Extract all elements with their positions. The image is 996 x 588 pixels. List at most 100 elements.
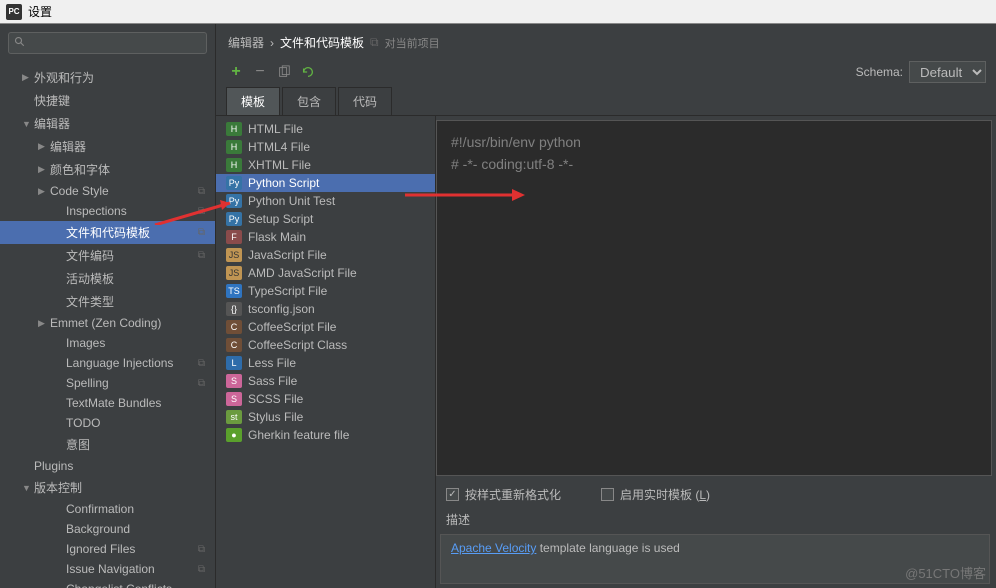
tree-item[interactable]: Confirmation xyxy=(0,499,215,519)
file-type-icon: ● xyxy=(226,428,242,442)
tree-item-label: 版本控制 xyxy=(34,479,82,496)
main-panel: 编辑器 › 文件和代码模板 ⧉ 对当前项目 + − Schema: Defaul… xyxy=(216,24,996,588)
template-label: Flask Main xyxy=(248,230,306,244)
tree-item-label: Plugins xyxy=(34,459,73,473)
file-type-icon: H xyxy=(226,158,242,172)
tree-item-label: 文件编码 xyxy=(66,247,114,264)
tree-item-label: TextMate Bundles xyxy=(66,396,161,410)
template-item[interactable]: L Less File xyxy=(216,354,435,372)
scope-icon: ⧉ xyxy=(198,378,209,389)
file-type-icon: L xyxy=(226,356,242,370)
template-label: Less File xyxy=(248,356,296,370)
code-editor[interactable]: #!/usr/bin/env python # -*- coding:utf-8… xyxy=(436,120,992,476)
tab[interactable]: 包含 xyxy=(282,87,336,115)
tree-item-label: Code Style xyxy=(50,184,109,198)
tree-item[interactable]: Inspections⧉ xyxy=(0,201,215,221)
file-type-icon: H xyxy=(226,140,242,154)
tree-item[interactable]: ▼版本控制 xyxy=(0,476,215,499)
tree-item[interactable]: ▼编辑器 xyxy=(0,112,215,135)
file-type-icon: H xyxy=(226,122,242,136)
tree-item-label: Images xyxy=(66,336,105,350)
remove-button[interactable]: − xyxy=(250,62,270,82)
tree-item[interactable]: Background xyxy=(0,519,215,539)
template-item[interactable]: SSass File xyxy=(216,372,435,390)
tab[interactable]: 模板 xyxy=(226,87,280,115)
template-item[interactable]: H XHTML File xyxy=(216,156,435,174)
tree-item[interactable]: 文件和代码模板⧉ xyxy=(0,221,215,244)
tree-item[interactable]: ▶Emmet (Zen Coding) xyxy=(0,313,215,333)
template-item[interactable]: HHTML4 File xyxy=(216,138,435,156)
tree-item[interactable]: Language Injections⧉ xyxy=(0,353,215,373)
apache-velocity-link[interactable]: Apache Velocity xyxy=(451,541,536,555)
tree-item[interactable]: ▶编辑器 xyxy=(0,135,215,158)
chevron-icon: ▶ xyxy=(38,186,48,197)
tree-item[interactable]: ▶Code Style⧉ xyxy=(0,181,215,201)
tree-item-label: 外观和行为 xyxy=(34,69,94,86)
breadcrumb: 编辑器 › 文件和代码模板 ⧉ 对当前项目 xyxy=(216,24,996,57)
template-label: HTML File xyxy=(248,122,303,136)
tree-item[interactable]: Changelist Conflicts xyxy=(0,579,215,588)
template-label: Setup Script xyxy=(248,212,313,226)
template-item[interactable]: PyPython Unit Test xyxy=(216,192,435,210)
description-label: 描述 xyxy=(436,509,996,530)
tree-item[interactable]: 活动模板 xyxy=(0,267,215,290)
template-label: SCSS File xyxy=(248,392,303,406)
template-item[interactable]: stStylus File xyxy=(216,408,435,426)
reformat-checkbox[interactable]: 按样式重新格式化 xyxy=(446,486,561,503)
scope-icon: ⧉ xyxy=(198,564,209,575)
tree-item[interactable]: ▶外观和行为 xyxy=(0,66,215,89)
scope-icon: ⧉ xyxy=(198,206,209,217)
template-list: HHTML FileHHTML4 FileHXHTML FilePyPython… xyxy=(216,116,436,588)
template-item[interactable]: JSAMD JavaScript File xyxy=(216,264,435,282)
tree-item[interactable]: 文件编码⧉ xyxy=(0,244,215,267)
tree-item[interactable]: 意图 xyxy=(0,433,215,456)
template-item[interactable]: PyPython Script xyxy=(216,174,435,192)
template-item[interactable]: CCoffeeScript Class xyxy=(216,336,435,354)
template-label: AMD JavaScript File xyxy=(248,266,357,280)
breadcrumb-current: 文件和代码模板 xyxy=(280,34,364,51)
template-item[interactable]: Py Setup Script xyxy=(216,210,435,228)
tree-item[interactable]: 快捷键 xyxy=(0,89,215,112)
tree-item[interactable]: Issue Navigation⧉ xyxy=(0,559,215,579)
live-template-checkbox[interactable]: 启用实时模板 (L) xyxy=(601,486,710,503)
search-input[interactable] xyxy=(8,32,207,54)
tree-item[interactable]: Images xyxy=(0,333,215,353)
add-button[interactable]: + xyxy=(226,62,246,82)
tree-item[interactable]: 文件类型 xyxy=(0,290,215,313)
editor-pane: #!/usr/bin/env python # -*- coding:utf-8… xyxy=(436,116,996,588)
tree-item[interactable]: Plugins xyxy=(0,456,215,476)
search-icon xyxy=(14,36,26,51)
template-item[interactable]: SSCSS File xyxy=(216,390,435,408)
template-item[interactable]: CCoffeeScript File xyxy=(216,318,435,336)
tree-item-label: 编辑器 xyxy=(50,138,86,155)
template-item[interactable]: JSJavaScript File xyxy=(216,246,435,264)
file-type-icon: Py xyxy=(226,212,242,226)
settings-tree: ▶外观和行为快捷键▼编辑器▶编辑器▶颜色和字体▶Code Style⧉Inspe… xyxy=(0,62,215,588)
description-text: template language is used xyxy=(536,541,679,555)
refresh-button[interactable] xyxy=(298,62,318,82)
template-item[interactable]: H HTML File xyxy=(216,120,435,138)
tree-item[interactable]: ▶颜色和字体 xyxy=(0,158,215,181)
template-item[interactable]: {}tsconfig.json xyxy=(216,300,435,318)
scope-icon: ⧉ xyxy=(198,544,209,555)
template-label: JavaScript File xyxy=(248,248,327,262)
reformat-label: 按样式重新格式化 xyxy=(465,486,561,503)
tree-item[interactable]: TextMate Bundles xyxy=(0,393,215,413)
tree-item[interactable]: Ignored Files⧉ xyxy=(0,539,215,559)
file-type-icon: Py xyxy=(226,176,242,190)
tab[interactable]: 代码 xyxy=(338,87,392,115)
tree-item-label: 快捷键 xyxy=(34,92,70,109)
template-item[interactable]: ● Gherkin feature file xyxy=(216,426,435,444)
file-type-icon: st xyxy=(226,410,242,424)
copy-button[interactable] xyxy=(274,62,294,82)
schema-label: Schema: xyxy=(856,65,903,79)
template-label: XHTML File xyxy=(248,158,311,172)
tree-item[interactable]: Spelling⧉ xyxy=(0,373,215,393)
template-item[interactable]: FFlask Main xyxy=(216,228,435,246)
schema-select[interactable]: Default xyxy=(909,61,986,83)
template-item[interactable]: TSTypeScript File xyxy=(216,282,435,300)
toolbar: + − Schema: Default xyxy=(216,57,996,83)
tree-item[interactable]: TODO xyxy=(0,413,215,433)
template-label: Gherkin feature file xyxy=(248,428,349,442)
chevron-icon: ▼ xyxy=(22,483,32,493)
